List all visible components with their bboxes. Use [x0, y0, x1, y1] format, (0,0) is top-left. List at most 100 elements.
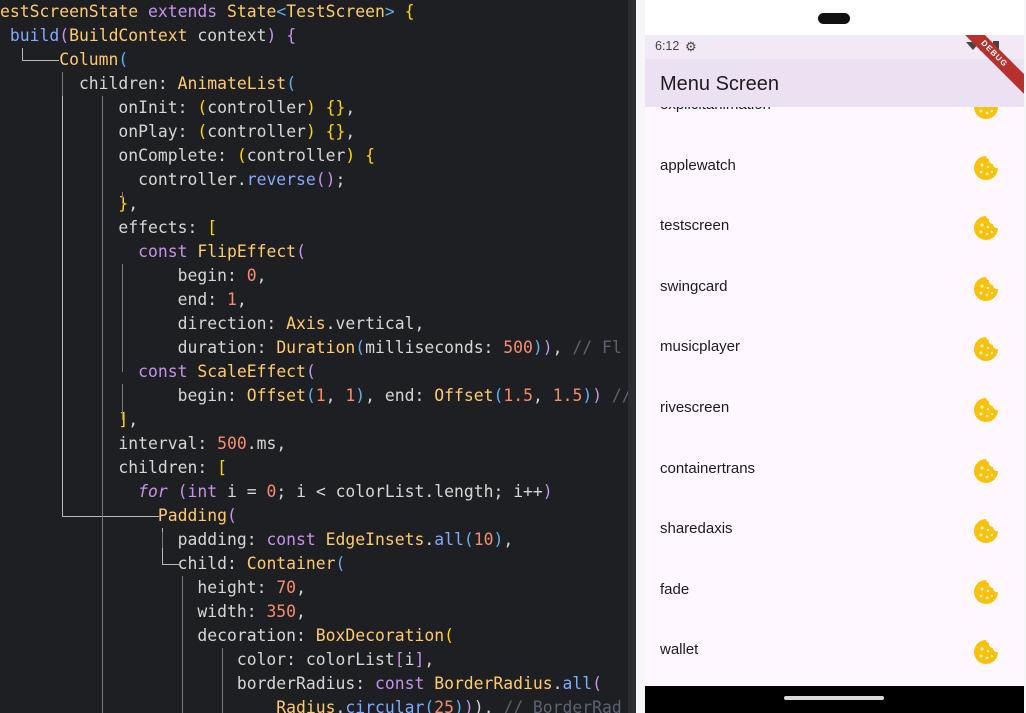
code-token: milliseconds: [365, 338, 504, 357]
code-line[interactable]: children: AnimateList( [0, 72, 296, 96]
code-token: 1.5 [552, 386, 583, 405]
indent-guide [62, 72, 63, 96]
pane-divider[interactable] [628, 0, 636, 713]
code-line[interactable]: onComplete: (controller) { [0, 144, 375, 168]
code-token: ( [226, 506, 237, 525]
code-token: int [187, 482, 227, 501]
list-item[interactable]: explicitanimation [645, 107, 1024, 138]
code-token: 25 [434, 698, 454, 713]
code-editor[interactable]: estScreenState extends State<TestScreen>… [0, 0, 628, 713]
code-token: 1 [226, 290, 237, 309]
cookie-icon [974, 579, 998, 604]
code-token: controller [246, 146, 346, 165]
code-line[interactable]: color: colorList[i], [0, 648, 434, 672]
code-token: ), [473, 698, 504, 713]
list-item[interactable]: rivescreen [645, 380, 1024, 441]
code-token: .vertical, [325, 314, 425, 333]
code-line[interactable]: height: 70, [0, 576, 306, 600]
list-item-label: musicplayer [660, 338, 741, 356]
list-item-label: wallet [660, 641, 699, 659]
code-token: ( [197, 122, 208, 141]
code-token: width: [0, 602, 267, 621]
indent-guide [222, 648, 223, 713]
code-token: BoxDecoration [315, 626, 445, 645]
list-item[interactable]: applewatch [645, 138, 1024, 199]
code-token: , end: [365, 386, 435, 405]
code-token: EdgeInsets [325, 530, 425, 549]
code-line[interactable]: borderRadius: const BorderRadius.all( [0, 672, 602, 696]
code-token: ( [286, 74, 297, 93]
code-token: ( [197, 98, 208, 117]
code-line[interactable]: Column( [0, 48, 128, 72]
code-token: , [552, 338, 573, 357]
code-line[interactable]: onPlay: (controller) {}, [0, 120, 355, 144]
home-gesture-bar[interactable] [784, 696, 884, 700]
list-item[interactable]: containertrans [645, 441, 1024, 502]
list-item[interactable]: testscreen [645, 198, 1024, 259]
code-token: controller [207, 98, 306, 117]
list-item[interactable]: fade [645, 562, 1024, 623]
code-token: all [434, 530, 464, 549]
list-item-label: containertrans [660, 459, 756, 477]
code-token: AnimateList [177, 74, 287, 93]
code-token: children: [0, 74, 178, 93]
cookie-icon [974, 337, 998, 362]
code-token: ) [542, 338, 553, 357]
menu-list[interactable]: explicitanimation applewatch testscreen swi… [645, 107, 1024, 686]
code-token: [ [394, 650, 405, 669]
list-item[interactable]: musicplayer [645, 319, 1024, 380]
code-token: all [562, 674, 593, 693]
code-token: ( [236, 146, 247, 165]
cookie-icon [974, 458, 998, 483]
code-token: ( [305, 386, 316, 405]
front-camera [818, 13, 850, 24]
code-line[interactable]: decoration: BoxDecoration( [0, 624, 454, 648]
code-token: ) {} [305, 122, 346, 141]
code-line[interactable]: controller.reverse(); [0, 168, 345, 192]
code-token: const [266, 530, 326, 549]
code-token: Radius [0, 698, 336, 713]
indent-guide [122, 264, 123, 372]
code-token: ( [444, 626, 454, 645]
code-token: , [503, 530, 514, 549]
code-line[interactable]: Radius.circular(25))), // BorderRad [0, 696, 621, 713]
code-token: i = [227, 482, 267, 501]
list-item-label: testscreen [660, 217, 730, 235]
code-token: i [404, 650, 415, 669]
code-token: { [286, 26, 297, 45]
code-token: ScaleEffect [197, 362, 306, 381]
list-item[interactable]: sharedaxis [645, 501, 1024, 562]
cookie-icon [974, 398, 998, 422]
code-token: , [296, 602, 306, 621]
code-token: ( [592, 674, 602, 693]
list-item-label: explicitanimation [660, 107, 771, 113]
code-token: BorderRadius [434, 674, 553, 693]
code-token: . [552, 674, 563, 693]
code-line[interactable]: padding: const EdgeInsets.all(10), [0, 528, 514, 552]
list-item[interactable]: swingcard [645, 259, 1024, 320]
code-token: circular [345, 698, 425, 713]
code-token: Axis [286, 314, 326, 333]
code-line[interactable]: build(BuildContext context) { [0, 24, 296, 48]
code-token: 1 [345, 386, 356, 405]
code-line[interactable]: estScreenState extends State<TestScreen>… [0, 0, 415, 24]
code-token: , [345, 98, 356, 117]
code-token: , [256, 266, 267, 285]
list-item[interactable]: wallet [645, 622, 1024, 683]
code-line[interactable]: width: 350, [0, 600, 306, 624]
indent-guide [162, 532, 163, 548]
code-token: ) [463, 698, 474, 713]
code-token: ( [493, 386, 504, 405]
code-token: build [0, 26, 60, 45]
cookie-icon [974, 276, 998, 301]
code-token: Offset [246, 386, 306, 405]
code-token: estScreenState [0, 2, 149, 21]
phone-bezel [636, 0, 645, 713]
code-token: ( [177, 482, 188, 501]
indent-guide [122, 192, 123, 204]
code-token: [ [217, 458, 227, 477]
code-line[interactable]: onInit: (controller) {}, [0, 96, 355, 120]
list-item-label: rivescreen [660, 399, 730, 416]
cookie-icon [974, 640, 998, 665]
code-token: ) [582, 386, 593, 405]
